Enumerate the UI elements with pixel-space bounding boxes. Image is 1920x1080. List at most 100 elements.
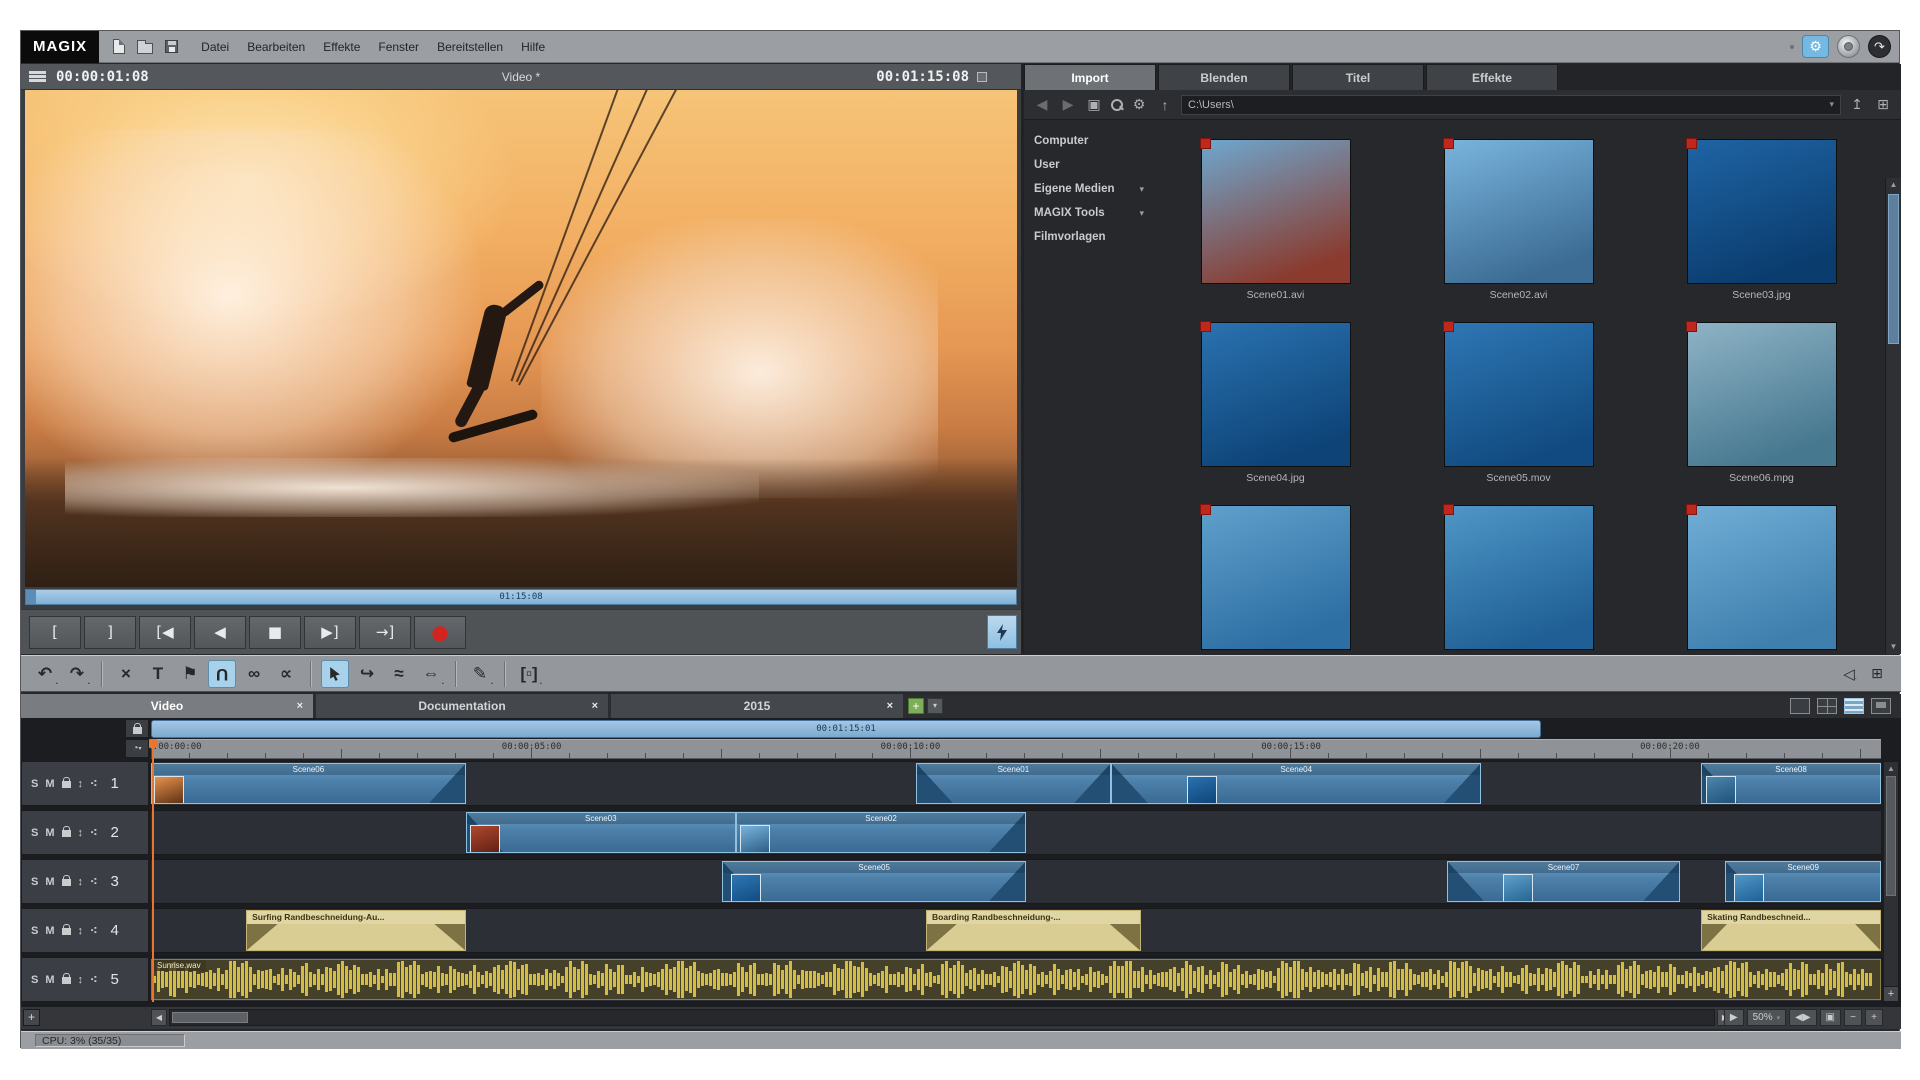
track-lane-4[interactable]: Surfing Randbeschneidung-Au...Boarding R… (151, 908, 1881, 953)
resize-track-icon[interactable]: ↕ (78, 974, 84, 986)
forward-icon[interactable]: ▶ (1058, 96, 1078, 113)
movie-tab-documentation[interactable]: Documentation× (316, 694, 608, 718)
upload-icon[interactable]: ↥ (1847, 96, 1867, 113)
media-item[interactable]: Scene03.jpg (1640, 139, 1883, 301)
solo-button[interactable]: S (31, 876, 38, 888)
snap-magnet-icon[interactable]: U (208, 660, 236, 688)
set-marker-icon[interactable]: ⚑ (176, 660, 204, 688)
mute-button[interactable]: M (45, 925, 54, 937)
redo-icon[interactable]: ↷. (63, 660, 91, 688)
menu-item-datei[interactable]: Datei (192, 31, 238, 63)
tab-import[interactable]: Import (1024, 64, 1156, 90)
track-options-icon[interactable]: ⁖ (90, 924, 98, 937)
menu-item-bereitstellen[interactable]: Bereitstellen (428, 31, 512, 63)
ungroup-icon[interactable]: ∝ (272, 660, 300, 688)
scroll-down-icon[interactable]: ▼ (1886, 640, 1901, 654)
menu-item-hilfe[interactable]: Hilfe (512, 31, 554, 63)
media-item[interactable]: Scene01.avi (1154, 139, 1397, 301)
delete-object-icon[interactable]: × (112, 660, 140, 688)
options-gear-icon[interactable]: ⚙ (1129, 96, 1149, 113)
media-thumbnail[interactable] (1201, 139, 1351, 284)
lock-track-icon[interactable] (62, 971, 71, 989)
movie-tab-2015[interactable]: 2015× (611, 694, 903, 718)
movie-tab-video[interactable]: Video× (21, 694, 313, 718)
object-preview-icon[interactable]: [▫]. (515, 660, 543, 688)
up-directory-icon[interactable]: ↑ (1155, 97, 1175, 113)
mute-button[interactable]: M (45, 876, 54, 888)
to-end-button[interactable]: →] (359, 616, 411, 649)
video-clip[interactable]: Scene06 (151, 763, 466, 804)
lock-track-icon[interactable] (62, 922, 71, 940)
track-scrollbar[interactable]: ▲ + (1883, 761, 1899, 1002)
video-clip[interactable]: Scene01 (916, 763, 1111, 804)
mouse-mode-select-icon[interactable] (321, 660, 349, 688)
media-thumbnail[interactable] (1444, 505, 1594, 650)
resize-track-icon[interactable]: ↕ (78, 778, 84, 790)
undo-icon[interactable]: ↶. (31, 660, 59, 688)
tree-item-eigene-medien[interactable]: Eigene Medien▾ (1024, 177, 1154, 201)
media-thumbnail[interactable] (1201, 322, 1351, 467)
tracks-scroll-up-icon[interactable]: ▲ (1884, 762, 1898, 775)
layout-single-icon[interactable] (1790, 698, 1810, 714)
solo-button[interactable]: S (31, 827, 38, 839)
solo-button[interactable]: S (31, 974, 38, 986)
new-project-icon[interactable] (113, 39, 125, 54)
add-track-button[interactable]: + (23, 1009, 40, 1026)
close-tab-icon[interactable]: × (887, 700, 893, 712)
track-lane-2[interactable]: Scene03Scene02 (151, 810, 1881, 855)
zoom-in-button[interactable]: + (1865, 1009, 1883, 1026)
mouse-mode-stretch-icon[interactable]: ⇔. (417, 660, 445, 688)
audio-clip[interactable]: Sunrise.wav (151, 959, 1881, 1000)
video-clip[interactable]: Scene09 (1725, 861, 1881, 902)
track-options-icon[interactable]: ⁖ (90, 826, 98, 839)
open-project-icon[interactable] (137, 43, 153, 54)
media-thumbnail[interactable] (1201, 505, 1351, 650)
media-item[interactable]: Scene04.jpg (1154, 322, 1397, 484)
layout-monitor-icon[interactable] (1871, 698, 1891, 714)
instant-export-button[interactable] (987, 615, 1017, 649)
close-tab-icon[interactable]: × (592, 700, 598, 712)
video-clip[interactable]: Scene04 (1111, 763, 1481, 804)
preview-scrub-bar[interactable]: 01:15:08 (25, 589, 1017, 605)
track-header-1[interactable]: SM↕⁖1 (21, 761, 149, 806)
tree-item-filmvorlagen[interactable]: Filmvorlagen (1024, 225, 1154, 249)
solo-button[interactable]: S (31, 778, 38, 790)
previous-frame-button[interactable]: ◀ (194, 616, 246, 649)
track-lane-1[interactable]: Scene06 Scene01Scene04 Scene08 (151, 761, 1881, 806)
video-clip[interactable]: Scene02 (736, 812, 1027, 853)
attach-icon[interactable]: ✎. (466, 660, 494, 688)
back-icon[interactable]: ◀ (1032, 96, 1052, 113)
path-dropdown-icon[interactable]: ▾ (1829, 99, 1834, 110)
movie-tab-dropdown[interactable]: ▾ (927, 698, 943, 714)
track-header-4[interactable]: SM↕⁖4 (21, 908, 149, 953)
video-clip[interactable]: Scene07 (1447, 861, 1681, 902)
video-clip[interactable]: Scene05 (722, 861, 1026, 902)
search-icon[interactable] (1110, 98, 1123, 111)
track-header-3[interactable]: SM↕⁖3 (21, 859, 149, 904)
title-clip[interactable]: Skating Randbeschneid... (1701, 910, 1881, 951)
lock-track-icon[interactable] (62, 775, 71, 793)
zoom-out-button[interactable]: − (1844, 1009, 1862, 1026)
menu-item-effekte[interactable]: Effekte (314, 31, 369, 63)
mixer-icon[interactable]: ⊞ (1867, 665, 1887, 682)
playback-range-bar[interactable]: 00:01:15:01 (151, 720, 1541, 738)
menu-item-bearbeiten[interactable]: Bearbeiten (238, 31, 314, 63)
fit-width-button[interactable]: ◀▶ (1789, 1009, 1816, 1026)
media-item[interactable]: Scene06.mpg (1640, 322, 1883, 484)
export-mode-icon[interactable]: ↷ (1868, 35, 1891, 58)
time-display-button[interactable]: ◔▾ (125, 739, 149, 758)
track-zoom-in-button[interactable]: + (1884, 986, 1898, 1001)
tree-item-user[interactable]: User (1024, 153, 1154, 177)
tree-item-computer[interactable]: Computer (1024, 129, 1154, 153)
resize-track-icon[interactable]: ↕ (78, 827, 84, 839)
zoom-level-select[interactable]: 50%▾ (1747, 1009, 1787, 1026)
layout-grid-icon[interactable] (1817, 698, 1837, 714)
media-thumbnail[interactable] (1687, 505, 1837, 650)
record-mode-icon[interactable] (1837, 35, 1860, 58)
video-clip[interactable]: Scene08 (1701, 763, 1881, 804)
save-project-icon[interactable] (165, 40, 178, 53)
view-options-icon[interactable]: ⊞ (1873, 96, 1893, 113)
group-icon[interactable]: ∞ (240, 660, 268, 688)
mute-button[interactable]: M (45, 827, 54, 839)
mouse-mode-curve-icon[interactable]: ≈ (385, 660, 413, 688)
